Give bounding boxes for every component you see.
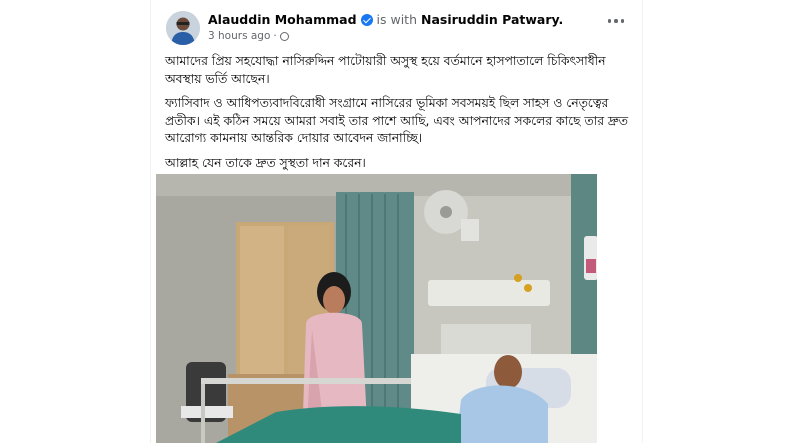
- with-label: is with: [376, 12, 418, 27]
- post-paragraph: আমাদের প্রিয় সহযোদ্ধা নাসিরুদ্দিন পাটোয…: [165, 54, 606, 86]
- meta-separator: ·: [273, 30, 277, 42]
- verified-badge-icon: [360, 13, 373, 26]
- facebook-post: Alauddin Mohammad is with Nasiruddin Pat…: [150, 0, 643, 443]
- globe-icon[interactable]: [279, 31, 289, 41]
- post-paragraph: ফ্যাসিবাদ ও আধিপত্যবাদবিরোধী সংগ্রামে না…: [165, 96, 628, 145]
- left-margin: [0, 0, 150, 443]
- post-photo[interactable]: [156, 174, 597, 443]
- right-margin: [643, 0, 793, 443]
- author-avatar[interactable]: [166, 11, 200, 45]
- tagged-person[interactable]: Nasiruddin Patwary.: [421, 12, 563, 27]
- post-meta: 3 hours ago ·: [208, 30, 289, 42]
- hospital-room-image: [156, 174, 597, 443]
- post-text: আমাদের প্রিয় সহযোদ্ধা নাসিরুদ্দিন পাটোয…: [165, 53, 635, 179]
- post-paragraph: আল্লাহ যেন তাকে দ্রুত সুস্থতা দান করেন।: [165, 155, 366, 170]
- author-name[interactable]: Alauddin Mohammad: [208, 12, 357, 27]
- post-author-line: Alauddin Mohammad is with Nasiruddin Pat…: [208, 12, 563, 27]
- more-options-icon[interactable]: [601, 10, 631, 32]
- post-header: Alauddin Mohammad is with Nasiruddin Pat…: [151, 0, 642, 48]
- post-timestamp[interactable]: 3 hours ago: [208, 30, 270, 42]
- avatar-image: [166, 11, 200, 45]
